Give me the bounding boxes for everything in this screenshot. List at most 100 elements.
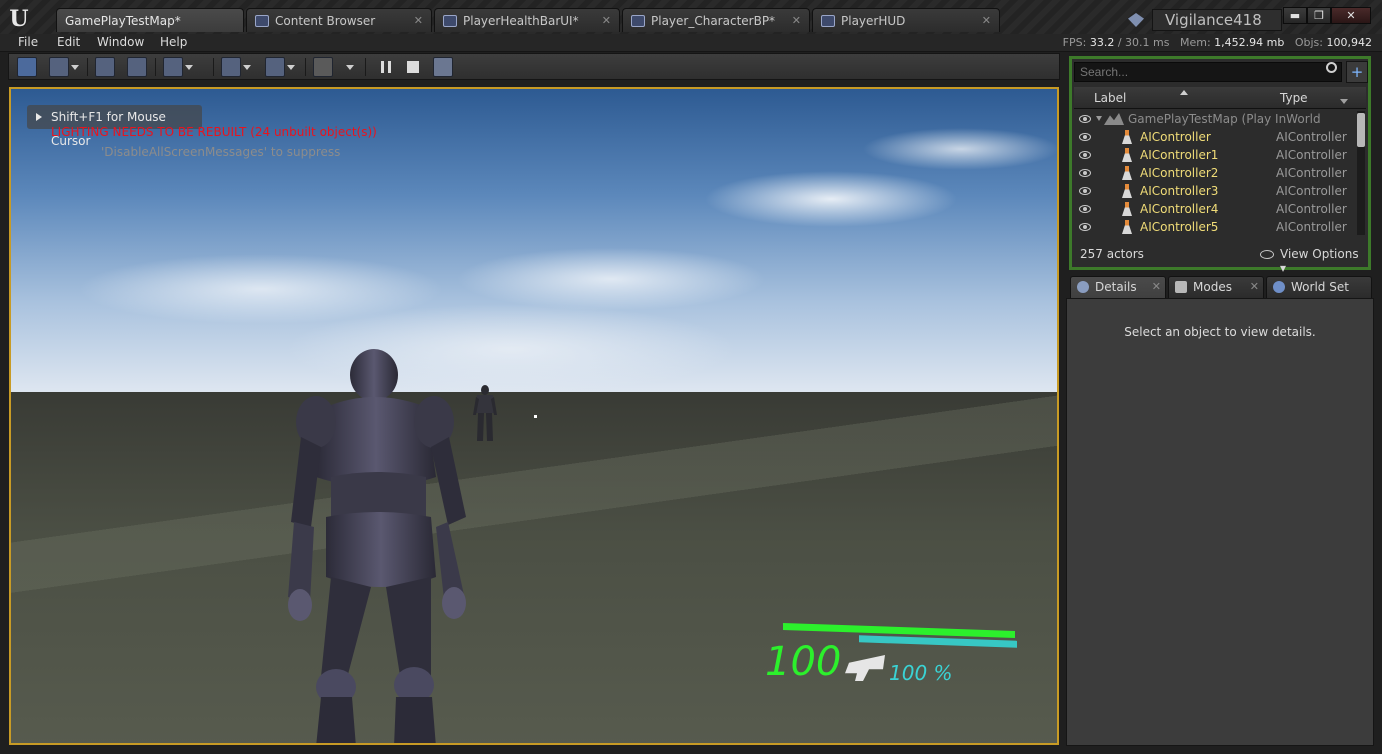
scrollbar-thumb[interactable] bbox=[1357, 113, 1365, 147]
toolbar-separator bbox=[365, 58, 366, 76]
menu-bar: File Edit Window Help FPS: 33.2 / 30.1 m… bbox=[0, 34, 1382, 52]
actor-type: AIController bbox=[1276, 166, 1347, 180]
menu-window[interactable]: Window bbox=[97, 35, 144, 49]
marketplace-icon[interactable] bbox=[127, 57, 147, 77]
minimize-button[interactable]: ▬ bbox=[1283, 7, 1307, 24]
actor-icon bbox=[1122, 148, 1132, 162]
content-icon[interactable] bbox=[95, 57, 115, 77]
list-item[interactable]: AIController3 AIController bbox=[1074, 182, 1356, 200]
menu-file[interactable]: File bbox=[18, 35, 38, 49]
add-filter-button[interactable]: + bbox=[1346, 61, 1368, 83]
visibility-eye-icon[interactable] bbox=[1079, 187, 1091, 195]
chevron-down-icon[interactable] bbox=[346, 65, 354, 70]
crosshair bbox=[534, 415, 537, 418]
chevron-down-icon[interactable] bbox=[243, 65, 251, 70]
close-icon[interactable]: ✕ bbox=[982, 14, 991, 27]
cinematics-icon[interactable] bbox=[265, 57, 285, 77]
learn-icon[interactable] bbox=[1128, 13, 1144, 27]
blueprints-icon[interactable] bbox=[221, 57, 241, 77]
tab-details[interactable]: Details ✕ bbox=[1070, 276, 1166, 298]
tab-gameplaytestmap[interactable]: GamePlayTestMap* bbox=[56, 8, 244, 32]
sort-ascending-icon[interactable] bbox=[1180, 90, 1188, 95]
close-icon[interactable]: ✕ bbox=[792, 14, 801, 27]
chevron-down-icon[interactable] bbox=[71, 65, 79, 70]
tab-player-characterbp[interactable]: Player_CharacterBP* ✕ bbox=[622, 8, 810, 32]
actor-type: AIController bbox=[1276, 202, 1347, 216]
tab-content-browser[interactable]: Content Browser ✕ bbox=[246, 8, 432, 32]
save-icon[interactable] bbox=[17, 57, 37, 77]
column-type[interactable]: Type bbox=[1280, 91, 1308, 105]
menu-edit[interactable]: Edit bbox=[57, 35, 80, 49]
visibility-eye-icon[interactable] bbox=[1079, 169, 1091, 177]
visibility-eye-icon[interactable] bbox=[1079, 133, 1091, 141]
pause-icon[interactable] bbox=[381, 61, 391, 73]
actor-type: AIController bbox=[1276, 184, 1347, 198]
chevron-down-icon[interactable] bbox=[1340, 99, 1348, 104]
stop-icon[interactable] bbox=[407, 61, 419, 73]
settings-icon[interactable] bbox=[163, 57, 183, 77]
performance-stats: FPS: 33.2 / 30.1 ms Mem: 1,452.94 mb Obj… bbox=[1063, 36, 1372, 49]
close-icon[interactable]: ✕ bbox=[414, 14, 423, 27]
list-item[interactable]: AIController1 AIController bbox=[1074, 146, 1356, 164]
maximize-button[interactable]: ❐ bbox=[1307, 7, 1331, 24]
build-icon[interactable] bbox=[313, 57, 333, 77]
actor-label: AIController1 bbox=[1140, 148, 1219, 162]
actor-label: AIController bbox=[1140, 130, 1211, 144]
source-control-icon[interactable] bbox=[49, 57, 69, 77]
ground-plane bbox=[11, 392, 1057, 743]
health-value: 100 bbox=[765, 639, 842, 685]
visibility-eye-icon[interactable] bbox=[1079, 151, 1091, 159]
view-options-button[interactable]: View Options ▾ bbox=[1280, 247, 1368, 275]
actor-icon bbox=[1122, 130, 1132, 144]
close-icon[interactable]: ✕ bbox=[1152, 277, 1161, 297]
toolbar-separator bbox=[87, 58, 88, 76]
actor-label: AIController4 bbox=[1140, 202, 1219, 216]
close-icon[interactable]: ✕ bbox=[602, 14, 611, 27]
outliner-search-input[interactable] bbox=[1074, 62, 1342, 82]
chevron-down-icon[interactable] bbox=[185, 65, 193, 70]
close-window-button[interactable]: ✕ bbox=[1331, 7, 1371, 24]
tab-playerhealthbarui[interactable]: PlayerHealthBarUI* ✕ bbox=[434, 8, 620, 32]
outliner-scrollbar[interactable] bbox=[1357, 111, 1365, 235]
eject-icon[interactable] bbox=[433, 57, 453, 77]
ammo-percent: 100 % bbox=[889, 661, 953, 685]
list-item[interactable]: AIController4 AIController bbox=[1074, 200, 1356, 218]
visibility-eye-icon[interactable] bbox=[1079, 223, 1091, 231]
list-item[interactable]: AIController5 AIController bbox=[1074, 218, 1356, 236]
expand-arrow-icon[interactable] bbox=[1096, 116, 1102, 121]
tab-playerhud[interactable]: PlayerHUD ✕ bbox=[812, 8, 1000, 32]
tab-modes[interactable]: Modes ✕ bbox=[1168, 276, 1264, 298]
chevron-down-icon[interactable] bbox=[287, 65, 295, 70]
modes-icon bbox=[1175, 281, 1187, 293]
column-label[interactable]: Label bbox=[1094, 91, 1126, 105]
world-label: GamePlayTestMap (Play InWorld bbox=[1128, 112, 1321, 126]
actor-type: AIController bbox=[1276, 148, 1347, 162]
close-icon[interactable]: ✕ bbox=[1250, 277, 1259, 297]
enemy-character bbox=[473, 385, 497, 441]
tab-world-settings[interactable]: World Set bbox=[1266, 276, 1372, 298]
unreal-logo-icon: U bbox=[9, 6, 29, 32]
main-toolbar bbox=[8, 53, 1060, 80]
game-viewport[interactable]: Shift+F1 for Mouse Cursor LIGHTING NEEDS… bbox=[9, 87, 1059, 745]
objs-value: 100,942 bbox=[1326, 36, 1373, 49]
actor-icon bbox=[1122, 184, 1132, 198]
widget-blueprint-icon bbox=[443, 14, 457, 27]
list-item[interactable]: AIController AIController bbox=[1074, 128, 1356, 146]
tab-label: Modes bbox=[1193, 280, 1232, 294]
project-name: Vigilance418 bbox=[1152, 9, 1282, 31]
eye-icon[interactable] bbox=[1260, 250, 1274, 259]
visibility-eye-icon[interactable] bbox=[1079, 115, 1091, 123]
visibility-eye-icon[interactable] bbox=[1079, 205, 1091, 213]
lighting-warning: LIGHTING NEEDS TO BE REBUILT (24 unbuilt… bbox=[51, 125, 377, 139]
world-outliner: + Label Type GamePlayTestMap (Play InWor… bbox=[1069, 56, 1371, 275]
actor-icon bbox=[1122, 166, 1132, 180]
ms-separator: / bbox=[1117, 36, 1122, 49]
search-icon[interactable] bbox=[1326, 62, 1337, 73]
menu-help[interactable]: Help bbox=[160, 35, 187, 49]
actor-label: AIController5 bbox=[1140, 220, 1219, 234]
world-icon bbox=[1104, 113, 1124, 125]
list-item[interactable]: AIController2 AIController bbox=[1074, 164, 1356, 182]
world-row[interactable]: GamePlayTestMap (Play InWorld bbox=[1074, 110, 1356, 128]
toolbar-separator bbox=[213, 58, 214, 76]
outliner-rows: GamePlayTestMap (Play InWorld AIControll… bbox=[1074, 110, 1356, 236]
